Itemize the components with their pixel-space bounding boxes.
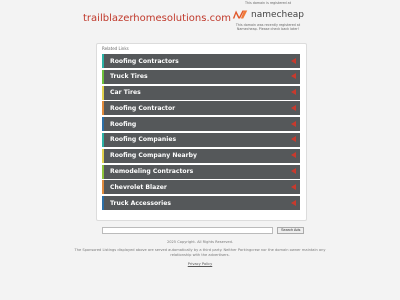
namecheap-logo-icon [232,10,248,19]
item-label: Roofing Companies [110,136,177,144]
item-label: Roofing Contractor [110,104,176,112]
arrow-left-icon [291,152,296,159]
item-label: Remodeling Contractors [110,168,194,176]
privacy-policy-link[interactable]: Privacy Policy [0,262,400,266]
item-color-bar [102,117,104,132]
list-item[interactable]: Remodeling Contractors [102,164,300,179]
list-item[interactable]: Roofing Company Nearby [102,148,300,163]
list-item[interactable]: Roofing [102,117,300,132]
related-links-heading: Related Links [102,46,129,51]
list-item[interactable]: Chevrolet Blazer [102,180,300,195]
arrow-left-icon [291,104,296,111]
arrow-left-icon [291,120,296,127]
list-item[interactable]: Roofing Companies [102,132,300,147]
item-color-bar [102,69,104,84]
promo-top-text: This domain is registered at [245,1,291,5]
search-bar: Search Ads [102,227,305,234]
item-color-bar [102,196,104,211]
namecheap-logo[interactable]: namecheap [232,8,304,21]
arrow-left-icon [291,89,296,96]
related-links-list: Roofing Contractors Truck Tires Car Tire… [102,54,300,212]
arrow-left-icon [291,168,296,175]
promo-bottom-text: This domain was recently registered at N… [235,23,301,31]
item-color-bar [102,164,104,179]
item-label: Roofing Company Nearby [110,152,198,160]
item-color-bar [102,54,104,68]
item-label: Roofing [110,120,137,128]
list-item[interactable]: Truck Accessories [102,196,300,211]
copyright-text: 2025 Copyright. All Rights Reserved. [166,240,234,244]
item-color-bar [102,180,104,195]
disclaimer-text: The Sponsored Listings displayed above a… [74,248,326,257]
related-links-panel: Related Links Roofing Contractors Truck … [96,43,307,221]
list-item[interactable]: Roofing Contractors [102,54,300,68]
item-label: Chevrolet Blazer [110,183,167,191]
search-input[interactable] [102,227,273,234]
namecheap-wordmark: namecheap [251,9,304,20]
item-label: Truck Tires [110,73,148,81]
item-color-bar [102,148,104,163]
item-label: Truck Accessories [110,199,171,207]
domain-title: trailblazerhomesolutions.com [83,13,232,24]
item-label: Car Tires [110,89,141,97]
list-item[interactable]: Truck Tires [102,69,300,84]
list-item[interactable]: Roofing Contractor [102,101,300,116]
arrow-left-icon [291,199,296,206]
item-label: Roofing Contractors [110,57,179,65]
item-color-bar [102,132,104,147]
arrow-left-icon [291,183,296,190]
arrow-left-icon [291,136,296,143]
search-ads-button[interactable]: Search Ads [277,227,305,234]
list-item[interactable]: Car Tires [102,85,300,100]
namecheap-promo[interactable]: This domain is registered at namecheap T… [232,1,304,31]
item-color-bar [102,85,104,100]
arrow-left-icon [291,57,296,64]
item-color-bar [102,101,104,116]
arrow-left-icon [291,73,296,80]
